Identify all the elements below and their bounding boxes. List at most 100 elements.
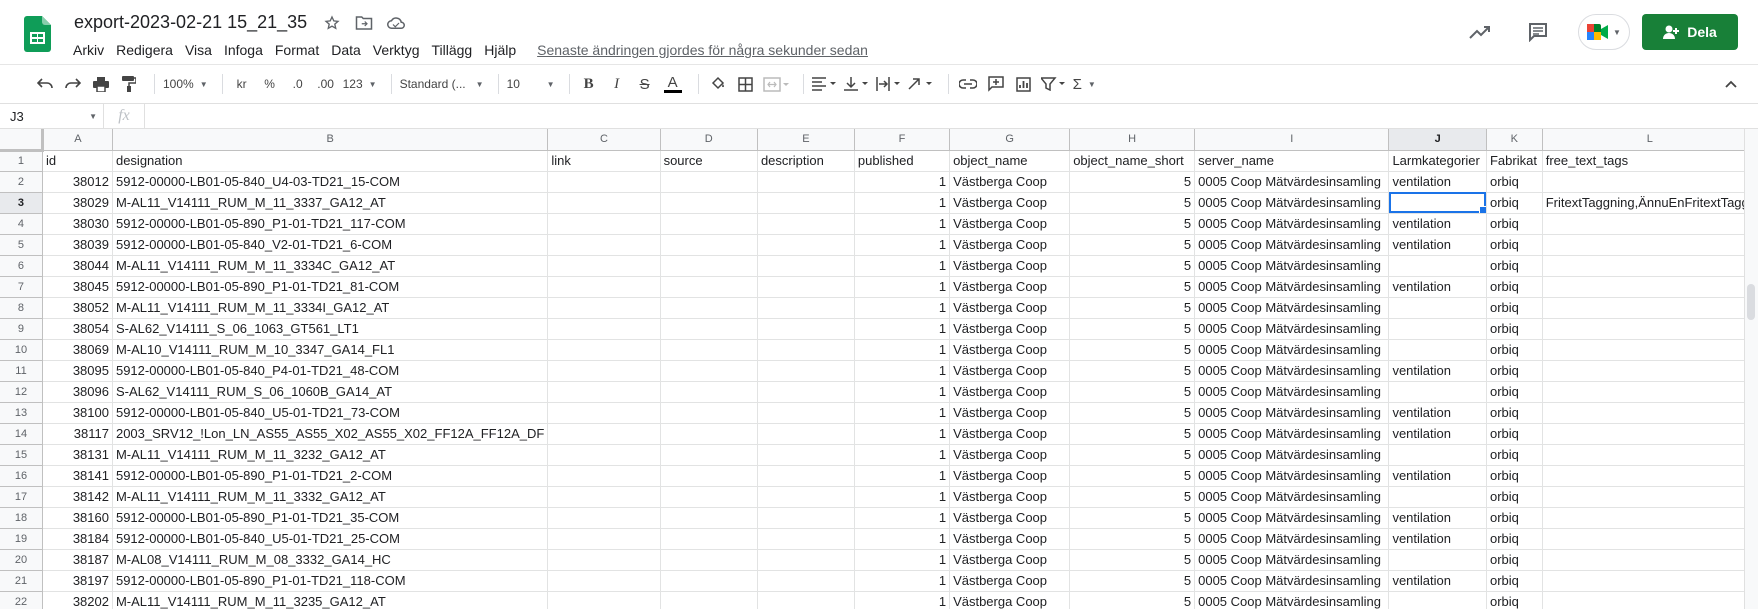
- cell-i2[interactable]: 0005 Coop Mätvärdesinsamling: [1194, 171, 1390, 193]
- cell-d17[interactable]: [660, 486, 758, 508]
- cell-k16[interactable]: orbiq: [1486, 465, 1543, 487]
- cell-c20[interactable]: [547, 549, 661, 571]
- cell-j10[interactable]: [1388, 339, 1487, 361]
- cell-d13[interactable]: [660, 402, 758, 424]
- meet-button[interactable]: ▼: [1578, 14, 1630, 50]
- share-button[interactable]: Dela: [1642, 14, 1738, 50]
- cell-g1[interactable]: object_name: [949, 150, 1071, 172]
- cell-k21[interactable]: orbiq: [1486, 570, 1543, 592]
- cell-f10[interactable]: 1: [854, 339, 951, 361]
- cell-f19[interactable]: 1: [854, 528, 951, 550]
- cell-l2[interactable]: [1542, 171, 1758, 193]
- cell-a9[interactable]: 38054: [42, 318, 113, 340]
- cell-h17[interactable]: 5: [1069, 486, 1196, 508]
- cell-a2[interactable]: 38012: [42, 171, 113, 193]
- menu-arkiv[interactable]: Arkiv: [72, 40, 110, 60]
- menu-tillagg[interactable]: Tillägg: [426, 40, 479, 60]
- cell-d18[interactable]: [660, 507, 758, 529]
- cell-i13[interactable]: 0005 Coop Mätvärdesinsamling: [1194, 402, 1390, 424]
- cell-d8[interactable]: [660, 297, 758, 319]
- cell-h3[interactable]: 5: [1069, 192, 1196, 214]
- cell-g15[interactable]: Västberga Coop: [949, 444, 1071, 466]
- cell-k10[interactable]: orbiq: [1486, 339, 1543, 361]
- cell-k20[interactable]: orbiq: [1486, 549, 1543, 571]
- cell-k13[interactable]: orbiq: [1486, 402, 1543, 424]
- last-edit-link[interactable]: Senaste ändringen gjordes för några seku…: [537, 40, 868, 60]
- cell-e14[interactable]: [757, 423, 855, 445]
- cell-b6[interactable]: M-AL11_V14111_RUM_M_11_3334C_GA12_AT: [112, 255, 549, 277]
- row-header[interactable]: 12: [0, 381, 43, 403]
- cell-k1[interactable]: Fabrikat: [1486, 150, 1543, 172]
- cell-i19[interactable]: 0005 Coop Mätvärdesinsamling: [1194, 528, 1390, 550]
- cell-b19[interactable]: 5912-00000-LB01-05-840_U5-01-TD21_25-COM: [112, 528, 549, 550]
- cell-b18[interactable]: 5912-00000-LB01-05-890_P1-01-TD21_35-COM: [112, 507, 549, 529]
- sheets-logo-icon[interactable]: [24, 16, 51, 52]
- cell-l13[interactable]: [1542, 402, 1758, 424]
- cell-f22[interactable]: 1: [854, 591, 951, 609]
- currency-format-button[interactable]: kr: [231, 72, 253, 96]
- row-header[interactable]: 4: [0, 213, 43, 235]
- cell-a12[interactable]: 38096: [42, 381, 113, 403]
- column-header-a[interactable]: A: [42, 129, 113, 151]
- cell-l9[interactable]: [1542, 318, 1758, 340]
- cell-i22[interactable]: 0005 Coop Mätvärdesinsamling: [1194, 591, 1390, 609]
- decrease-decimals-button[interactable]: .0: [287, 72, 309, 96]
- cell-d4[interactable]: [660, 213, 758, 235]
- font-select[interactable]: Standard (... ▼: [400, 72, 484, 96]
- cell-c3[interactable]: [547, 192, 661, 214]
- column-header-k[interactable]: K: [1486, 129, 1543, 151]
- cell-k8[interactable]: orbiq: [1486, 297, 1543, 319]
- cell-f18[interactable]: 1: [854, 507, 951, 529]
- cell-l19[interactable]: [1542, 528, 1758, 550]
- cell-d11[interactable]: [660, 360, 758, 382]
- text-rotation-icon[interactable]: [908, 72, 934, 96]
- cell-d20[interactable]: [660, 549, 758, 571]
- cell-g7[interactable]: Västberga Coop: [949, 276, 1071, 298]
- cell-b21[interactable]: 5912-00000-LB01-05-890_P1-01-TD21_118-CO…: [112, 570, 549, 592]
- cell-k12[interactable]: orbiq: [1486, 381, 1543, 403]
- cell-d7[interactable]: [660, 276, 758, 298]
- cell-j3[interactable]: [1388, 192, 1487, 214]
- cell-f11[interactable]: 1: [854, 360, 951, 382]
- cell-f4[interactable]: 1: [854, 213, 951, 235]
- cell-b5[interactable]: 5912-00000-LB01-05-840_V2-01-TD21_6-COM: [112, 234, 549, 256]
- cell-f21[interactable]: 1: [854, 570, 951, 592]
- cell-b11[interactable]: 5912-00000-LB01-05-840_P4-01-TD21_48-COM: [112, 360, 549, 382]
- collapse-menus-icon[interactable]: [1720, 72, 1742, 96]
- cell-k22[interactable]: orbiq: [1486, 591, 1543, 609]
- strikethrough-button[interactable]: S: [634, 72, 656, 96]
- cell-e21[interactable]: [757, 570, 855, 592]
- row-header[interactable]: 1: [0, 150, 43, 172]
- cell-c8[interactable]: [547, 297, 661, 319]
- cell-e6[interactable]: [757, 255, 855, 277]
- row-header[interactable]: 10: [0, 339, 43, 361]
- cell-j22[interactable]: [1388, 591, 1487, 609]
- cell-h16[interactable]: 5: [1069, 465, 1196, 487]
- cell-k9[interactable]: orbiq: [1486, 318, 1543, 340]
- undo-icon[interactable]: [34, 72, 56, 96]
- cell-f9[interactable]: 1: [854, 318, 951, 340]
- cell-c2[interactable]: [547, 171, 661, 193]
- cell-a20[interactable]: 38187: [42, 549, 113, 571]
- cell-b1[interactable]: designation: [112, 150, 549, 172]
- column-header-c[interactable]: C: [547, 129, 661, 151]
- cell-a1[interactable]: id: [42, 150, 113, 172]
- cell-e17[interactable]: [757, 486, 855, 508]
- cell-g22[interactable]: Västberga Coop: [949, 591, 1071, 609]
- row-header[interactable]: 15: [0, 444, 43, 466]
- cell-g9[interactable]: Västberga Coop: [949, 318, 1071, 340]
- cell-k5[interactable]: orbiq: [1486, 234, 1543, 256]
- cell-i16[interactable]: 0005 Coop Mätvärdesinsamling: [1194, 465, 1390, 487]
- cell-l3[interactable]: FritextTaggning,ÄnnuEnFritextTagg: [1542, 192, 1758, 214]
- cell-k11[interactable]: orbiq: [1486, 360, 1543, 382]
- cell-l10[interactable]: [1542, 339, 1758, 361]
- cell-g2[interactable]: Västberga Coop: [949, 171, 1071, 193]
- cell-j15[interactable]: [1388, 444, 1487, 466]
- row-header[interactable]: 9: [0, 318, 43, 340]
- row-header[interactable]: 22: [0, 591, 43, 609]
- cell-b17[interactable]: M-AL11_V14111_RUM_M_11_3332_GA12_AT: [112, 486, 549, 508]
- cell-k18[interactable]: orbiq: [1486, 507, 1543, 529]
- cell-g8[interactable]: Västberga Coop: [949, 297, 1071, 319]
- cell-b2[interactable]: 5912-00000-LB01-05-840_U4-03-TD21_15-COM: [112, 171, 549, 193]
- cell-b15[interactable]: M-AL11_V14111_RUM_M_11_3232_GA12_AT: [112, 444, 549, 466]
